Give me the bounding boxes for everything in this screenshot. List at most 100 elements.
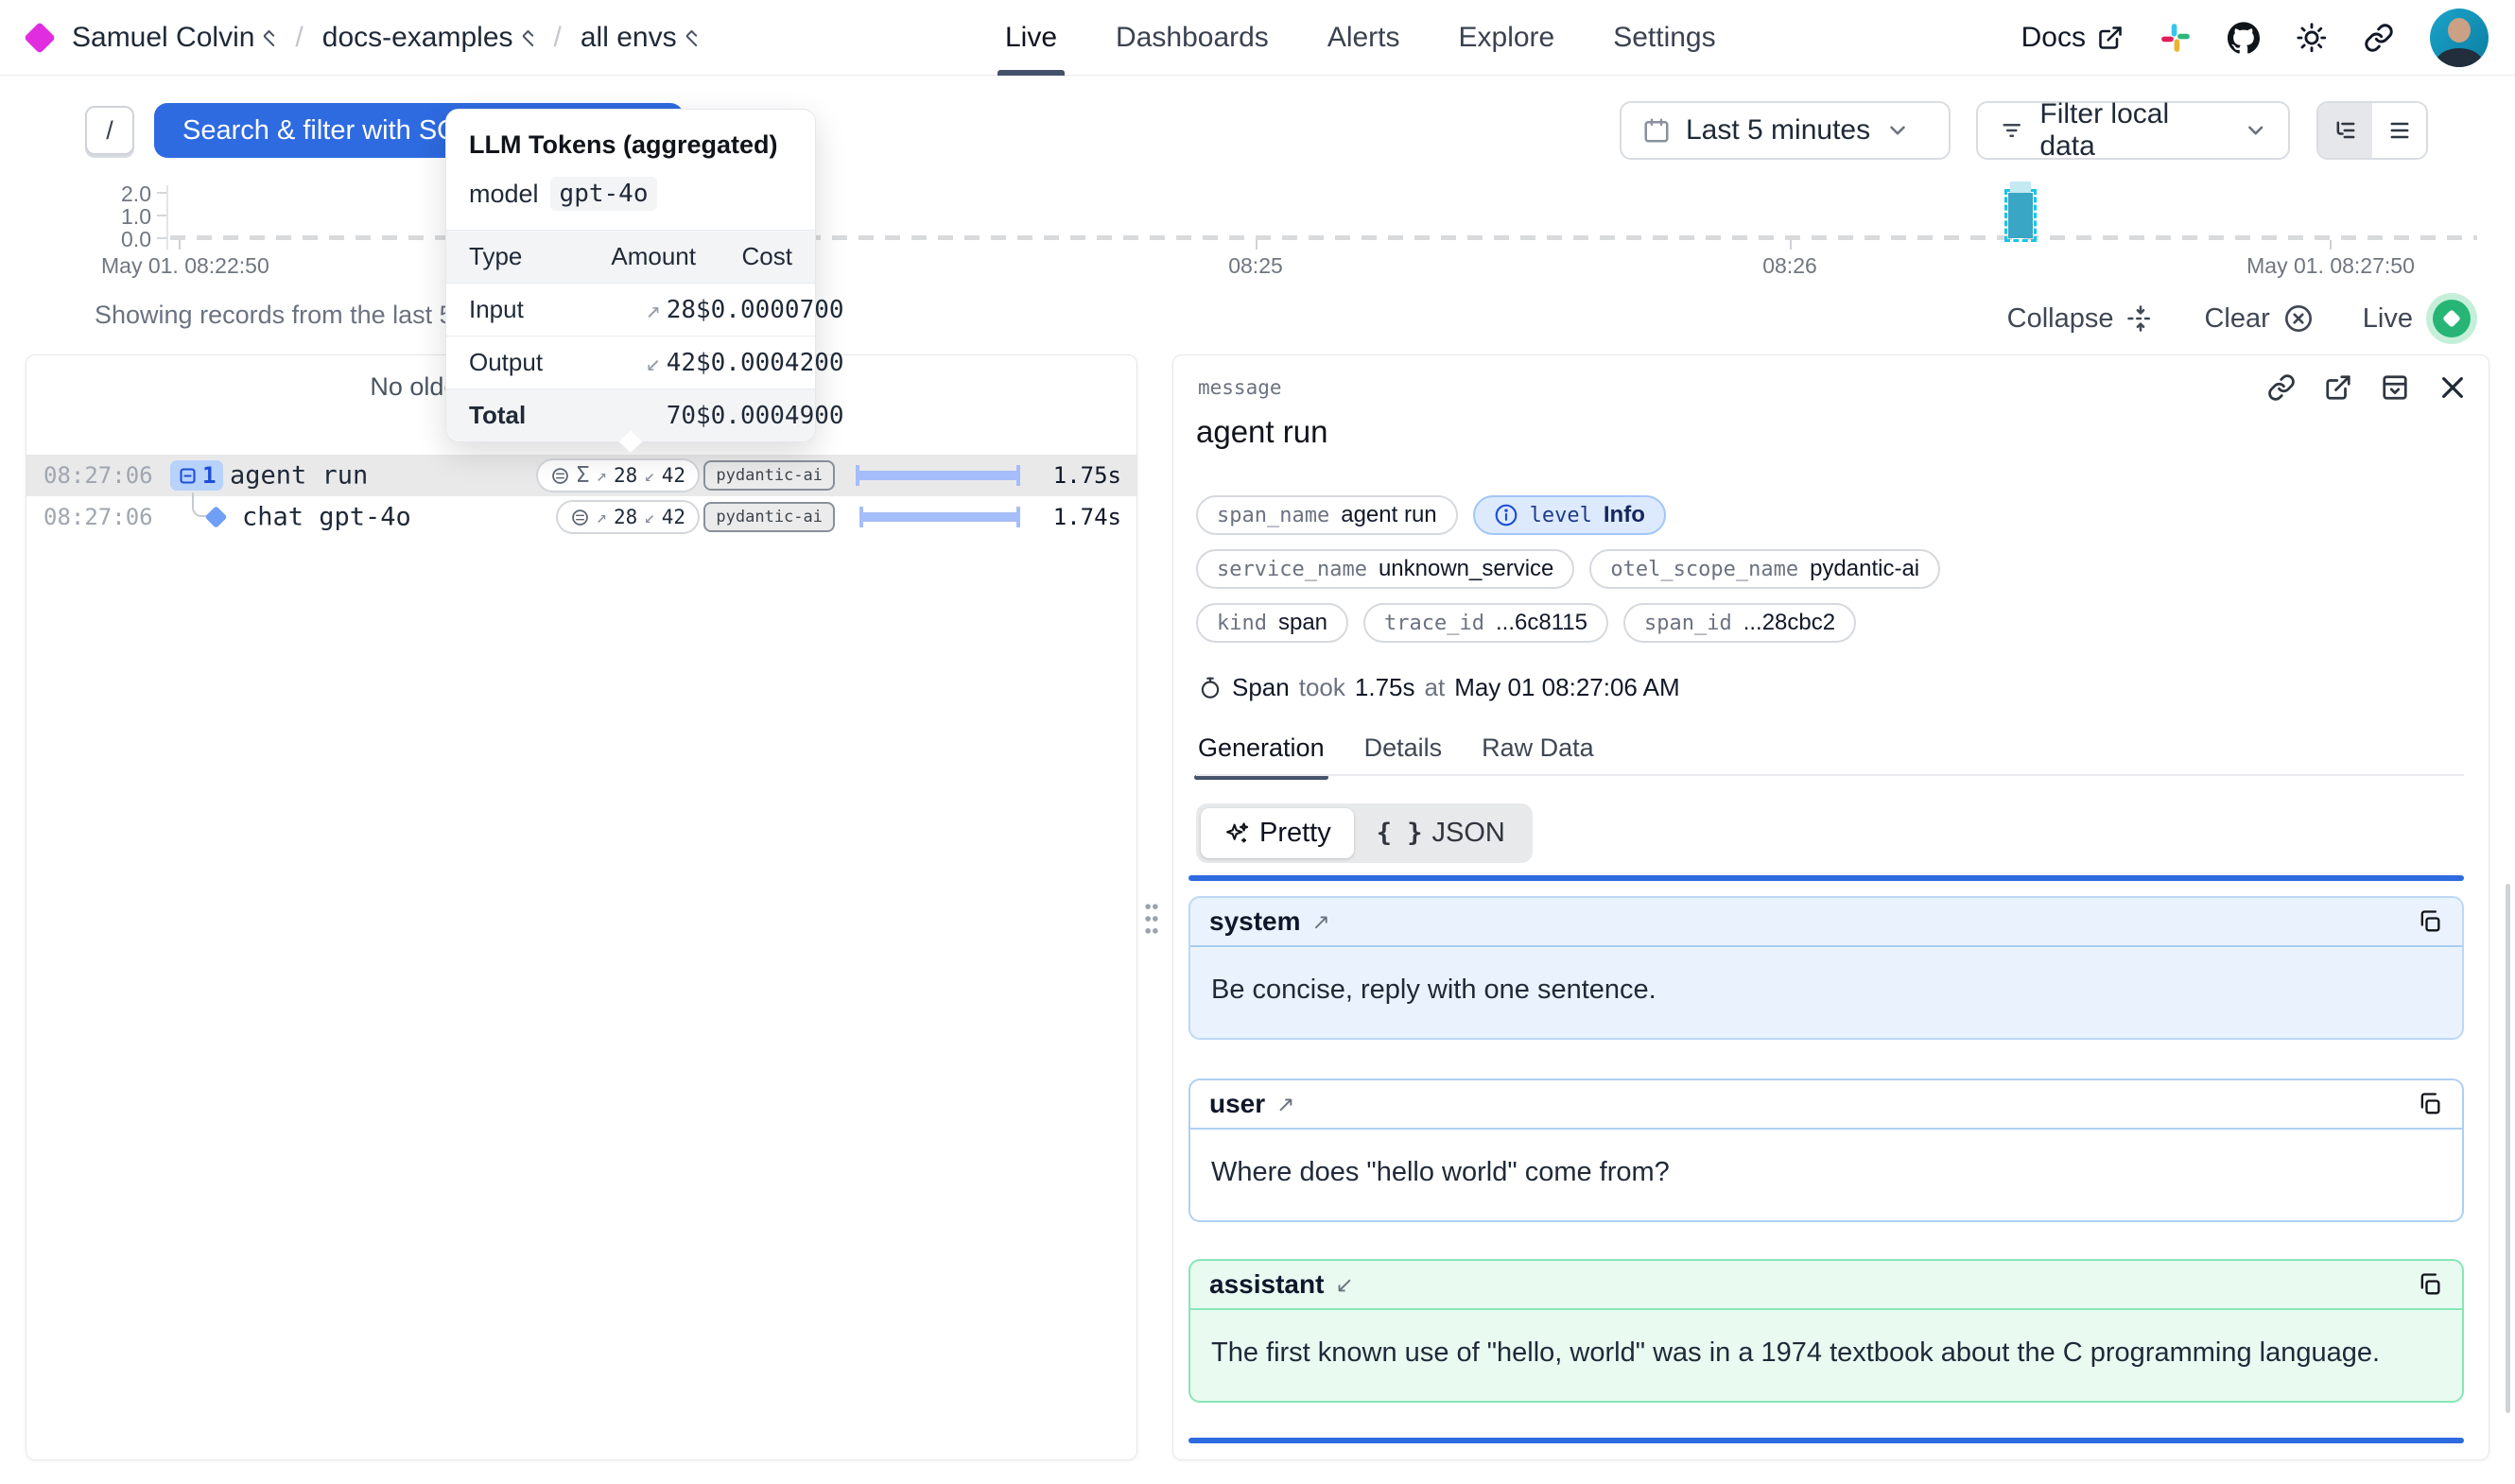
chart-tooltip: LLM Tokens (aggregated) model gpt-4o Typ…	[445, 109, 816, 442]
project-selector[interactable]: docs-examples	[322, 22, 535, 54]
duration-bar	[856, 471, 1020, 480]
trace-row-chat-gpt4o[interactable]: 08:27:06 chat gpt-4o ↗28 ↙42 pydantic-ai…	[26, 496, 1136, 538]
token-bar[interactable]	[2008, 193, 2033, 238]
collapse-icon	[2126, 304, 2155, 333]
org-name: Samuel Colvin	[72, 22, 254, 54]
attr-pill-span-name[interactable]: span_name agent run	[1196, 495, 1458, 535]
duration-text: 1.74s	[1053, 504, 1121, 530]
live-toggle[interactable]: Live	[2363, 293, 2477, 344]
trace-time: 08:27:06	[43, 504, 153, 530]
role-label: system	[1209, 906, 1301, 937]
token-usage-pill[interactable]: ↗28 ↙42	[556, 500, 701, 534]
attr-pill-service-name[interactable]: service_name unknown_service	[1196, 549, 1574, 589]
token-bar-cap	[2010, 181, 2031, 193]
filter-local-data-button[interactable]: Filter local data	[1976, 101, 2290, 160]
scope-tag[interactable]: pydantic-ai	[703, 460, 835, 491]
slack-icon[interactable]	[2159, 22, 2192, 54]
json-label: JSON	[1432, 818, 1505, 849]
x-tick-label: May 01. 08:22:50	[101, 253, 269, 279]
close-icon[interactable]	[2437, 372, 2468, 403]
theme-sun-icon[interactable]	[2296, 22, 2328, 54]
message-card-assistant: assistant ↙ The first known use of "hell…	[1188, 1259, 2464, 1403]
trace-row-agent-run[interactable]: 08:27:06 1 agent run Σ ↗28 ↙42 pydantic-…	[26, 455, 1136, 496]
input-arrow-icon: ↗	[597, 507, 607, 527]
time-range-button[interactable]: Last 5 minutes	[1620, 101, 1951, 160]
project-name: docs-examples	[322, 22, 513, 54]
tree-view-icon	[2333, 117, 2359, 144]
attr-pill-otel-scope[interactable]: otel_scope_name pydantic-ai	[1589, 549, 1940, 589]
input-tokens: 28	[614, 464, 637, 487]
tab-generation[interactable]: Generation	[1198, 733, 1325, 780]
save-view-icon[interactable]	[2381, 373, 2409, 402]
copy-link-icon[interactable]	[2267, 373, 2296, 402]
braces-icon: { }	[1377, 819, 1423, 848]
attr-pill-kind[interactable]: kind span	[1196, 603, 1348, 643]
tree-view-toggle[interactable]	[2318, 103, 2372, 158]
x-tick-label: May 01. 08:27:50	[2246, 253, 2415, 279]
main-nav: Live Dashboards Alerts Explore Settings	[1005, 0, 1716, 76]
time-range-label: Last 5 minutes	[1686, 114, 1870, 147]
tab-dashboards[interactable]: Dashboards	[1116, 0, 1269, 76]
input-arrow-icon: ↗	[646, 296, 661, 324]
collapse-children-badge[interactable]: 1	[170, 460, 223, 491]
span-detail-panel: message agent run span_name agent run le…	[1172, 354, 2489, 1460]
env-selector[interactable]: all envs	[581, 22, 699, 54]
x-tick-label: 08:26	[1762, 253, 1817, 279]
square-minus-icon	[178, 466, 198, 486]
token-usage-pill[interactable]: Σ ↗28 ↙42	[536, 458, 700, 492]
copy-icon[interactable]	[2417, 1091, 2443, 1117]
copy-icon[interactable]	[2417, 1271, 2443, 1298]
role-label: assistant	[1209, 1269, 1324, 1300]
tooltip-model-key: model	[469, 180, 539, 209]
info-icon	[1494, 503, 1518, 527]
pretty-label: Pretty	[1259, 818, 1331, 849]
attr-pill-level[interactable]: level Info	[1473, 495, 1666, 535]
attr-pill-span-id[interactable]: span_id ...28cbc2	[1623, 603, 1856, 643]
attr-pill-trace-id[interactable]: trace_id ...6c8115	[1363, 603, 1608, 643]
tab-settings[interactable]: Settings	[1613, 0, 1715, 76]
nav-actions: Docs	[2021, 0, 2489, 76]
output-arrow-icon: ↙	[644, 465, 654, 486]
org-selector[interactable]: Samuel Colvin	[72, 22, 276, 54]
conversation-bottom-border	[1188, 1438, 2464, 1443]
render-mode-toggle: Pretty { } JSON	[1196, 803, 1533, 863]
tab-explore[interactable]: Explore	[1459, 0, 1555, 76]
page-scrollbar[interactable]	[2506, 884, 2510, 1413]
panel-resize-handle[interactable]	[1143, 900, 1160, 938]
clear-circle-x-icon	[2283, 303, 2314, 334]
scope-tag[interactable]: pydantic-ai	[703, 502, 835, 532]
trace-list-panel: No older records in the last 5 minutes 0…	[26, 354, 1137, 1460]
slash-shortcut-key: /	[85, 106, 134, 155]
filter-icon	[1999, 117, 2024, 144]
output-tokens: 42	[662, 506, 685, 528]
tab-live[interactable]: Live	[1005, 0, 1057, 76]
output-arrow-icon: ↙	[646, 349, 661, 377]
copy-icon[interactable]	[2417, 908, 2443, 935]
filter-label: Filter local data	[2039, 98, 2228, 163]
y-axis-tick	[157, 192, 166, 194]
y-axis-line	[166, 185, 168, 250]
tooltip-row-input: Input ↗28 $0.0000700	[446, 283, 815, 336]
tab-raw-data[interactable]: Raw Data	[1482, 733, 1594, 780]
output-arrow-icon: ↙	[1335, 1272, 1353, 1298]
span-name: chat gpt-4o	[242, 503, 411, 532]
tab-alerts[interactable]: Alerts	[1327, 0, 1400, 76]
message-text: Be concise, reply with one sentence.	[1190, 947, 2462, 1038]
open-external-icon[interactable]	[2324, 373, 2352, 402]
tab-details[interactable]: Details	[1364, 733, 1443, 780]
json-toggle[interactable]: { } JSON	[1354, 808, 1528, 858]
clear-button[interactable]: Clear	[2204, 303, 2313, 335]
collapse-button[interactable]: Collapse	[2007, 303, 2156, 335]
span-timing: Span took 1.75s at May 01 08:27:06 AM	[1198, 673, 1680, 702]
role-label: user	[1209, 1089, 1265, 1119]
docs-link[interactable]: Docs	[2021, 22, 2124, 54]
input-arrow-icon: ↗	[597, 465, 607, 486]
user-avatar[interactable]	[2430, 9, 2489, 67]
timing-took-word: took	[1299, 673, 1345, 702]
pretty-toggle[interactable]: Pretty	[1201, 808, 1354, 858]
share-link-icon[interactable]	[2364, 23, 2394, 53]
live-label: Live	[2363, 303, 2413, 335]
timing-timestamp: May 01 08:27:06 AM	[1454, 673, 1679, 702]
list-view-toggle[interactable]	[2372, 103, 2426, 158]
github-icon[interactable]	[2228, 22, 2260, 54]
